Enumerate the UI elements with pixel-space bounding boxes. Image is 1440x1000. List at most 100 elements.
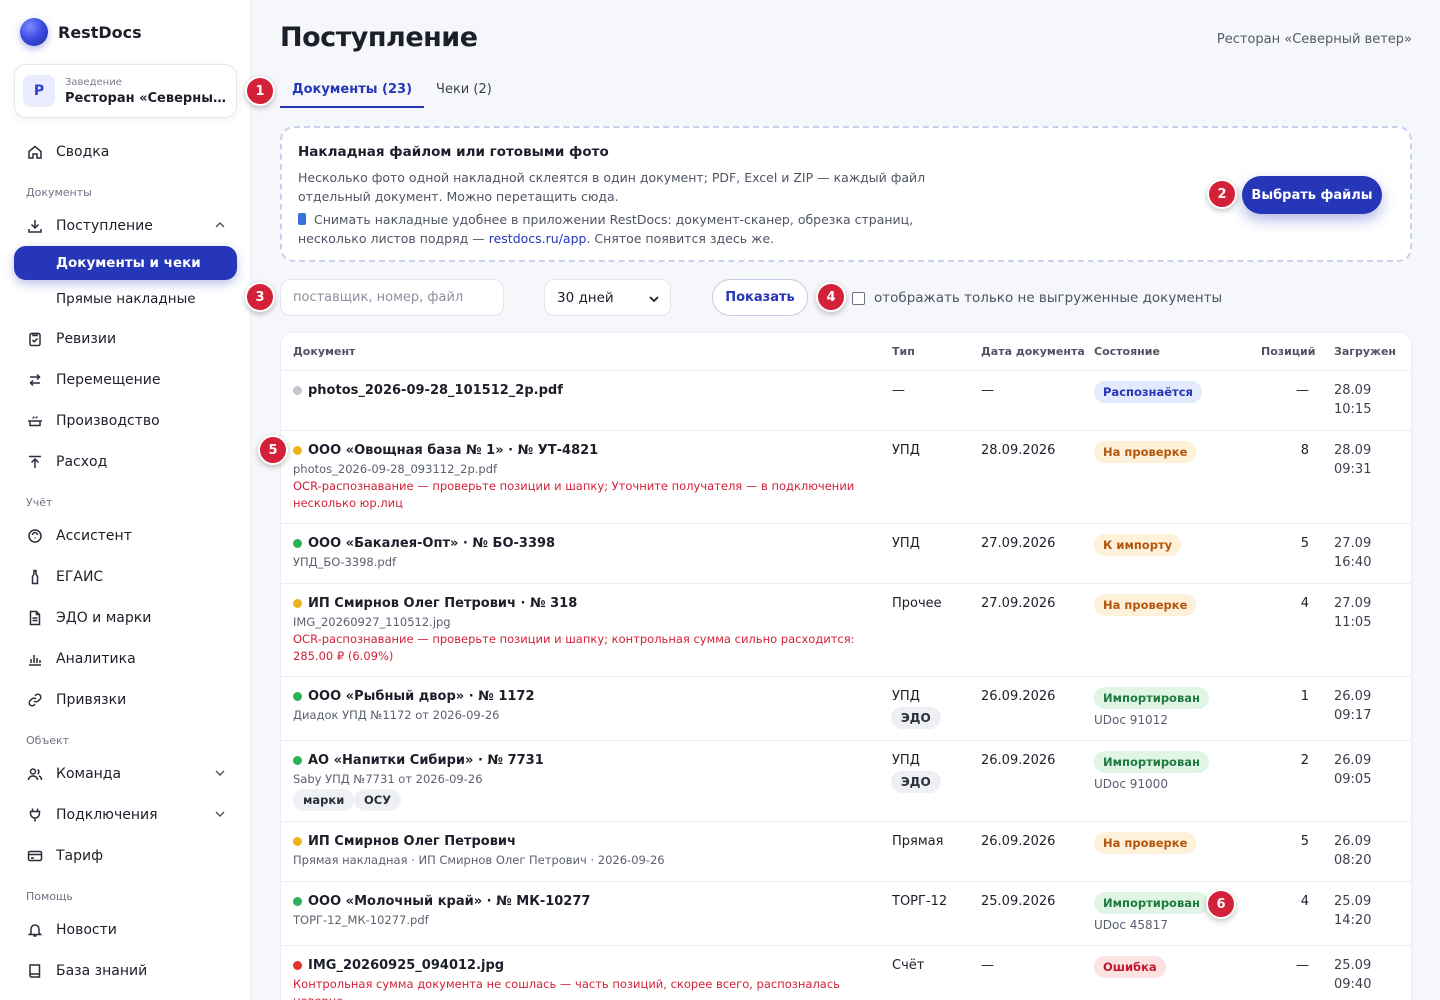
pot-icon [26,412,44,430]
nav-summary[interactable]: Сводка [14,135,237,169]
table-row[interactable]: ИП Смирнов Олег Петрович Прямая накладна… [281,822,1411,882]
nav-connections[interactable]: Подключения [14,798,237,832]
table-row[interactable]: АО «Напитки Сибири» · № 7731 Saby УПД №7… [281,741,1411,822]
choose-files-button[interactable]: Выбрать файлы [1242,176,1382,214]
row-loaded: 26.09 09:17 [1334,689,1372,723]
nav-movement[interactable]: Перемещение [14,363,237,397]
edo-badge: ЭДО [891,707,941,729]
table-row[interactable]: ООО «Рыбный двор» · № 1172 Диадок УПД №1… [281,677,1411,741]
nav-connections-label: Подключения [56,807,158,823]
nav-knowledge[interactable]: База знаний [14,954,237,988]
restaurant-name: Ресторан «Северный ветер» [1216,32,1412,47]
row-title: ООО «Бакалея-Опт» · № БО-3398 [293,536,555,551]
nav-news[interactable]: Новости [14,913,237,947]
users-icon [26,765,44,783]
row-loaded: 27.09 16:40 [1334,536,1372,570]
row-title-text[interactable]: ООО «Овощная база № 1» · № УТ-4821 [308,443,598,458]
nav-production[interactable]: Производство [14,404,237,438]
row-loaded: 28.09 10:15 [1334,383,1372,417]
period-select[interactable]: 30 дней [544,279,671,316]
udoc-ref[interactable]: UDoc 45817 [1094,918,1168,932]
only-not-exported-checkbox[interactable] [852,291,865,305]
nav-expense[interactable]: Расход [14,445,237,479]
udoc-ref[interactable]: UDoc 91000 [1094,777,1168,791]
row-title-text[interactable]: ООО «Бакалея-Опт» · № БО-3398 [308,536,555,551]
chevron-up-icon[interactable] [213,218,227,232]
col-positions[interactable]: Позиций [1261,345,1315,358]
row-title-text[interactable]: ООО «Молочный край» · № МК-10277 [308,894,590,909]
row-loaded: 26.09 09:05 [1334,753,1372,787]
row-title-text[interactable]: photos_2026-09-28_101512_2p.pdf [308,383,563,398]
bar-chart-icon [26,650,44,668]
table-row[interactable]: ООО «Молочный край» · № МК-10277 ТОРГ-12… [281,882,1411,946]
table-row[interactable]: IMG_20260925_094012.jpg Контрольная сумм… [281,946,1411,1000]
row-file: photos_2026-09-28_093112_2p.pdf [293,462,498,476]
row-date: 26.09.2026 [981,689,1056,704]
col-date[interactable]: Дата документа [981,345,1085,358]
upload-dropzone[interactable]: Накладная файлом или готовыми фото Неско… [280,126,1412,262]
nav-tariff[interactable]: Тариф [14,839,237,873]
home-icon [26,143,44,161]
app-link[interactable]: restdocs.ru/app [489,231,587,246]
nav-revisions[interactable]: Ревизии [14,322,237,356]
tab-documents[interactable]: Документы (23) [280,72,425,108]
only-not-exported-toggle[interactable]: отображать только не выгруженные докумен… [852,290,1222,306]
row-title-text[interactable]: IMG_20260925_094012.jpg [308,958,504,973]
row-loaded: 25.09 09:40 [1334,958,1372,992]
brand[interactable]: RestDocs [20,18,142,46]
sidebar: RestDocs Р Заведение Ресторан «Северный … [0,0,251,1000]
nav-incoming-label: Поступление [56,218,153,234]
udoc-ref[interactable]: UDoc 91012 [1094,713,1168,727]
book-icon [26,962,44,980]
nav-analytics-label: Аналитика [56,651,136,667]
row-title-text[interactable]: ООО «Рыбный двор» · № 1172 [308,689,535,704]
row-positions: 4 [1300,596,1309,611]
row-title-text[interactable]: АО «Напитки Сибири» · № 7731 [308,753,544,768]
row-file: IMG_20260927_110512.jpg [293,615,451,629]
edo-badge: ЭДО [891,771,941,793]
nav-egais[interactable]: ЕГАИС [14,560,237,594]
callout-marker: 5 [258,435,288,465]
venue-selector[interactable]: Р Заведение Ресторан «Северный ветер» [14,64,237,118]
table-row[interactable]: ООО «Овощная база № 1» · № УТ-4821 photo… [281,431,1411,524]
status-dot [293,897,302,906]
row-title-text[interactable]: ИП Смирнов Олег Петрович [308,834,516,849]
nav-revisions-label: Ревизии [56,331,117,347]
plug-icon [26,806,44,824]
chevron-down-icon[interactable] [213,807,227,821]
col-type[interactable]: Тип [892,345,915,358]
chevron-down-icon [649,296,659,303]
tag-marks: марки [293,789,355,811]
col-loaded[interactable]: Загружен [1334,345,1396,358]
search-input[interactable] [280,279,504,316]
nav-incoming[interactable]: Поступление [14,209,237,243]
status-badge: На проверке [1094,832,1197,854]
phone-icon [298,213,306,225]
nav-edo[interactable]: ЭДО и марки [14,601,237,635]
row-title: ООО «Молочный край» · № МК-10277 [293,894,590,909]
row-error: OCR-распознавание — проверьте позиции и … [293,479,855,510]
table-row[interactable]: ИП Смирнов Олег Петрович · № 318 IMG_202… [281,584,1411,677]
col-state[interactable]: Состояние [1094,345,1160,358]
link-icon [26,691,44,709]
nav-bindings[interactable]: Привязки [14,683,237,717]
venue-avatar: Р [23,75,55,107]
tab-checks[interactable]: Чеки (2) [424,72,504,108]
nav-bindings-label: Привязки [56,692,127,708]
nav-summary-label: Сводка [56,144,110,160]
table-row[interactable]: photos_2026-09-28_101512_2p.pdf — — Расп… [281,371,1411,431]
col-document[interactable]: Документ [293,345,355,358]
table-row[interactable]: ООО «Бакалея-Опт» · № БО-3398 УПД_БО-339… [281,524,1411,584]
nav-direct-invoices[interactable]: Прямые накладные [14,282,237,316]
brand-name: RestDocs [58,22,142,42]
row-positions: 8 [1300,443,1309,458]
nav-docs-and-checks[interactable]: Документы и чеки [14,246,237,280]
assistant-icon [26,527,44,545]
row-title-text[interactable]: ИП Смирнов Олег Петрович · № 318 [308,596,577,611]
callout-marker: 4 [816,282,846,312]
show-button[interactable]: Показать [712,279,808,316]
nav-team[interactable]: Команда [14,757,237,791]
nav-analytics[interactable]: Аналитика [14,642,237,676]
chevron-down-icon[interactable] [213,766,227,780]
nav-assistant[interactable]: Ассистент [14,519,237,553]
